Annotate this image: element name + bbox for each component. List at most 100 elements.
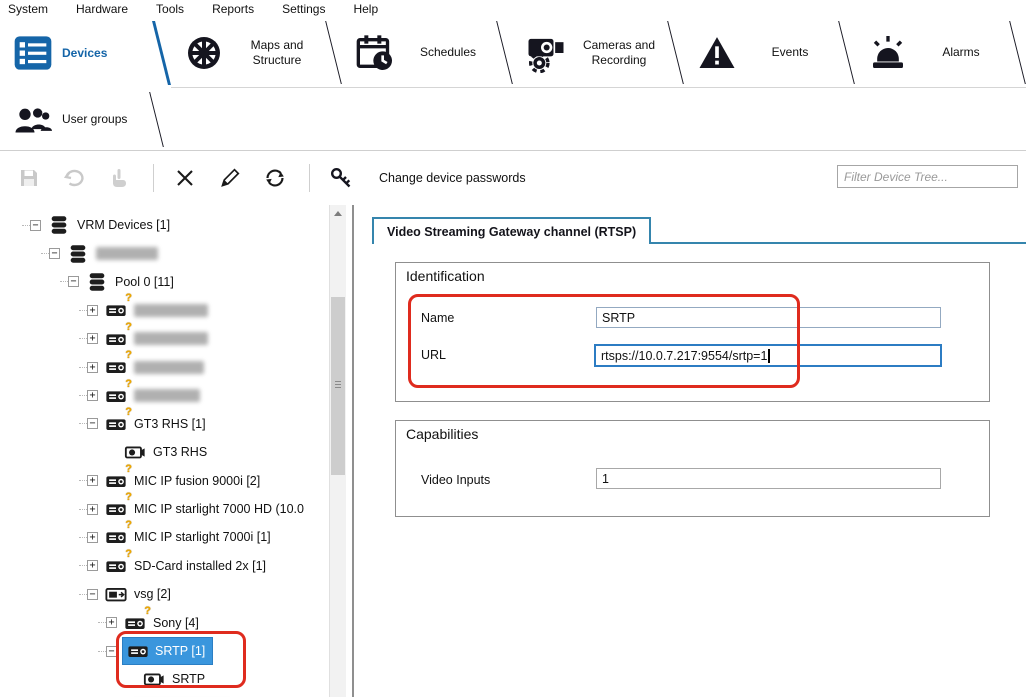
question-badge: ? [125,491,132,503]
tree-item-srtp-selected[interactable]: − SRTP [1] [0,637,329,665]
encoder-device-icon: ? [104,526,128,548]
encoder-device-icon [126,640,150,662]
tree-item-redacted[interactable]: + ? [0,381,329,409]
encoder-device-icon: ? [104,498,128,520]
tree-item-pool-0[interactable]: − Pool 0 [11] [0,268,329,296]
tree-item-sony[interactable]: + ? Sony [4] [0,608,329,636]
menu-reports[interactable]: Reports [212,2,254,16]
url-label: URL [421,348,446,362]
collapse-icon[interactable]: − [87,589,98,600]
collapse-icon[interactable]: − [49,248,60,259]
expand-icon[interactable]: + [87,532,98,543]
tree-item-redacted[interactable]: + ? [0,325,329,353]
undo-button[interactable] [59,163,89,193]
tree-item-gt3-rhs-channel[interactable]: GT3 RHS [0,438,329,466]
menu-tools[interactable]: Tools [156,2,184,16]
tree-item-redacted[interactable]: + ? [0,296,329,324]
filter-device-tree-input[interactable] [837,165,1018,188]
name-input[interactable]: SRTP [596,307,941,328]
tree-scrollbar[interactable] [329,205,346,697]
question-badge: ? [144,605,151,617]
question-badge: ? [125,321,132,333]
tree-item-iscsi-redacted[interactable]: + iSCSI [0,694,329,697]
encoder-device-icon: ? [104,328,128,350]
menu-hardware[interactable]: Hardware [76,2,128,16]
tab-separator [325,21,342,84]
text-cursor [768,349,769,363]
tab-devices[interactable]: Devices [0,18,171,88]
tab-alarms[interactable]: Alarms [855,18,1026,87]
expand-icon[interactable]: + [87,504,98,515]
tab-user-groups[interactable]: User groups [0,89,165,150]
edit-button[interactable] [215,163,245,193]
undo-icon [62,166,86,190]
tree-item-gt3-rhs[interactable]: − ? GT3 RHS [1] [0,410,329,438]
question-badge: ? [125,406,132,418]
url-input[interactable]: rtsps://10.0.7.217:9554/srtp=1 [594,344,942,367]
scrollbar-up-arrow[interactable] [330,205,346,222]
change-device-passwords-button[interactable] [326,163,356,193]
redacted-label [96,247,158,260]
tree-item-vrm-devices[interactable]: − VRM Devices [1] [0,211,329,239]
expand-icon[interactable]: + [87,390,98,401]
tab-schedules[interactable]: Schedules [342,18,513,87]
tab-separator [152,21,171,85]
encoder-device-icon: ? [104,356,128,378]
tab-cameras-recording[interactable]: Cameras and Recording [513,18,684,87]
tree-item-mic-ip-starlight[interactable]: + ? MIC IP starlight 7000i [1] [0,523,329,551]
question-badge: ? [125,463,132,475]
detail-panel: Video Streaming Gateway channel (RTSP) I… [358,205,1026,697]
encoder-device-icon: ? [104,470,128,492]
collapse-icon[interactable]: − [68,276,79,287]
redacted-label [134,361,204,374]
toolbar-separator [309,164,310,192]
question-badge: ? [125,378,132,390]
tree-item-mic-ip-starlight-hd[interactable]: + ? MIC IP starlight 7000 HD (10.0 [0,495,329,523]
tree-item-srtp-channel[interactable]: SRTP [0,665,329,693]
video-inputs-input[interactable]: 1 [596,468,941,489]
cameras-recording-icon [526,33,566,73]
save-icon [17,166,41,190]
expand-icon[interactable]: + [87,333,98,344]
delete-button[interactable] [170,163,200,193]
change-device-passwords-label[interactable]: Change device passwords [379,171,526,185]
name-label: Name [421,311,454,325]
tab-events[interactable]: Events [684,18,855,87]
menu-settings[interactable]: Settings [282,2,325,16]
question-badge: ? [125,548,132,560]
save-button[interactable] [14,163,44,193]
expand-icon[interactable]: + [87,362,98,373]
collapse-icon[interactable]: − [106,646,117,657]
encoder-device-icon: ? [104,413,128,435]
nav-tab-strip: Devices Maps and Structure Schedules Cam… [0,18,1026,88]
expand-icon[interactable]: + [106,617,117,628]
tree-item-sd-card[interactable]: + ? SD-Card installed 2x [1] [0,552,329,580]
alarms-icon [868,33,908,73]
expand-icon[interactable]: + [87,305,98,316]
menu-system[interactable]: System [8,2,48,16]
expand-icon[interactable]: + [87,560,98,571]
hand-button[interactable] [104,163,134,193]
tab-maps-structure[interactable]: Maps and Structure [171,18,342,87]
redacted-label [134,332,208,345]
hand-icon [107,166,131,190]
tree-item-mic-ip-fusion[interactable]: + ? MIC IP fusion 9000i [2] [0,467,329,495]
nav-tab-strip-2: User groups [0,89,1026,151]
expand-icon[interactable]: + [87,475,98,486]
capabilities-title: Capabilities [406,426,478,442]
detail-tab-vsg-channel-rtsp[interactable]: Video Streaming Gateway channel (RTSP) [372,217,651,244]
panel-splitter[interactable] [352,205,354,697]
toolbar: Change device passwords [0,151,1026,205]
tree-item-redacted[interactable]: − [0,239,329,267]
tree-item-redacted[interactable]: + ? [0,353,329,381]
database-stack-icon [85,271,109,293]
collapse-icon[interactable]: − [30,220,41,231]
tab-separator [149,92,164,147]
scrollbar-thumb[interactable] [331,297,345,475]
collapse-icon[interactable]: − [87,418,98,429]
maps-structure-icon [184,33,224,73]
refresh-button[interactable] [260,163,290,193]
question-badge: ? [125,292,132,304]
menu-help[interactable]: Help [353,2,378,16]
tree-item-vsg[interactable]: − vsg [2] [0,580,329,608]
